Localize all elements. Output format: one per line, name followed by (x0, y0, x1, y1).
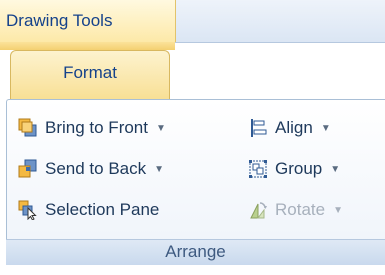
contextual-tab-strip (0, 42, 175, 50)
align-label: Align (275, 118, 313, 137)
chevron-down-icon: ▼ (330, 163, 341, 175)
group-icon (248, 159, 268, 179)
selection-pane-label: Selection Pane (45, 200, 160, 219)
tab-format-label: Format (63, 63, 117, 82)
send-to-back-button[interactable]: Send to Back ▼ (18, 153, 164, 185)
rotate-icon (248, 200, 268, 220)
send-to-back-label: Send to Back (45, 159, 147, 178)
chevron-down-icon: ▼ (320, 122, 331, 134)
group-label: Group (275, 159, 323, 178)
align-icon (248, 118, 268, 138)
bring-to-front-button[interactable]: Bring to Front ▼ (18, 112, 166, 144)
rotate-button[interactable]: Rotate ▼ (248, 194, 343, 226)
align-button[interactable]: Align ▼ (248, 112, 331, 144)
chevron-down-icon: ▼ (333, 204, 343, 216)
tab-format[interactable]: Format (10, 50, 170, 100)
arrange-group-label: Arrange (6, 239, 385, 265)
selection-pane-icon (18, 200, 38, 220)
contextual-tab-title: Drawing Tools (6, 11, 113, 30)
rotate-label: Rotate (275, 200, 326, 219)
chevron-down-icon: ▼ (156, 122, 166, 134)
chevron-down-icon: ▼ (154, 163, 165, 175)
bring-to-front-icon (18, 118, 38, 138)
bring-to-front-label: Bring to Front (45, 118, 148, 137)
send-to-back-icon (18, 159, 38, 179)
group-button[interactable]: Group ▼ (248, 153, 340, 185)
contextual-tab-header: Drawing Tools (0, 0, 176, 42)
selection-pane-button[interactable]: Selection Pane (18, 194, 159, 226)
